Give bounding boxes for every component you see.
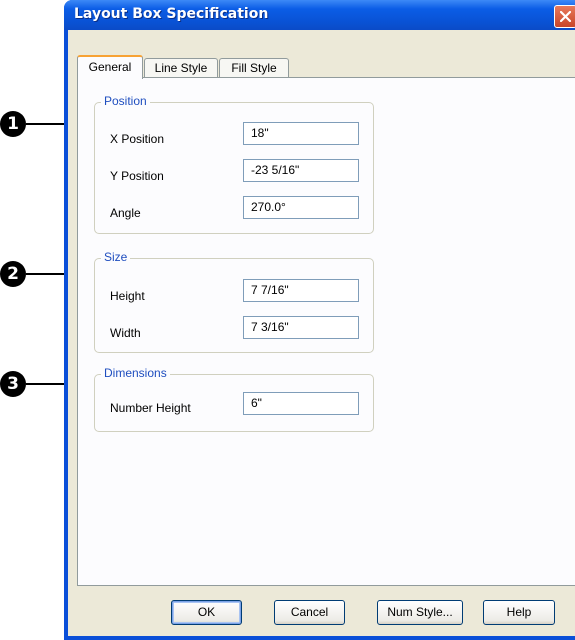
dialog-window: Layout Box Specification General Line St… [64,0,575,640]
tab-line-style[interactable]: Line Style [144,58,218,78]
y-position-label: Y Position [110,169,164,183]
tab-fill-style[interactable]: Fill Style [219,58,289,78]
cancel-button[interactable]: Cancel [274,600,345,625]
dialog-client-area: General Line Style Fill Style Position X… [68,30,575,636]
dimensions-legend: Dimensions [101,366,170,380]
help-button[interactable]: Help [483,600,555,625]
close-button[interactable] [554,5,575,28]
height-field[interactable]: 7 7/16" [243,279,359,302]
number-height-field[interactable]: 6" [243,392,359,415]
x-position-field[interactable]: 18" [243,122,359,145]
size-legend: Size [101,250,131,264]
tab-general[interactable]: General [77,55,143,79]
num-style-button[interactable]: Num Style... [377,600,463,625]
angle-label: Angle [110,206,141,220]
width-field[interactable]: 7 3/16" [243,316,359,339]
callout-3: 3 [0,371,26,397]
title-bar[interactable]: Layout Box Specification [64,0,575,30]
dimensions-group: Dimensions Number Height 6" [94,366,374,432]
number-height-label: Number Height [110,401,191,415]
y-position-field[interactable]: -23 5/16" [243,159,359,182]
x-position-label: X Position [110,132,165,146]
size-group: Size Height 7 7/16" Width 7 3/16" [94,250,374,353]
ok-button[interactable]: OK [171,600,242,625]
angle-field[interactable]: 270.0° [243,196,359,219]
callout-2: 2 [0,261,26,287]
tab-panel-general: Position X Position 18" Y Position -23 5… [77,77,575,586]
position-legend: Position [101,94,150,108]
callout-1: 1 [0,111,26,137]
height-label: Height [110,289,145,303]
close-icon [560,11,571,22]
position-group: Position X Position 18" Y Position -23 5… [94,94,374,234]
width-label: Width [110,326,141,340]
window-title: Layout Box Specification [74,6,269,22]
